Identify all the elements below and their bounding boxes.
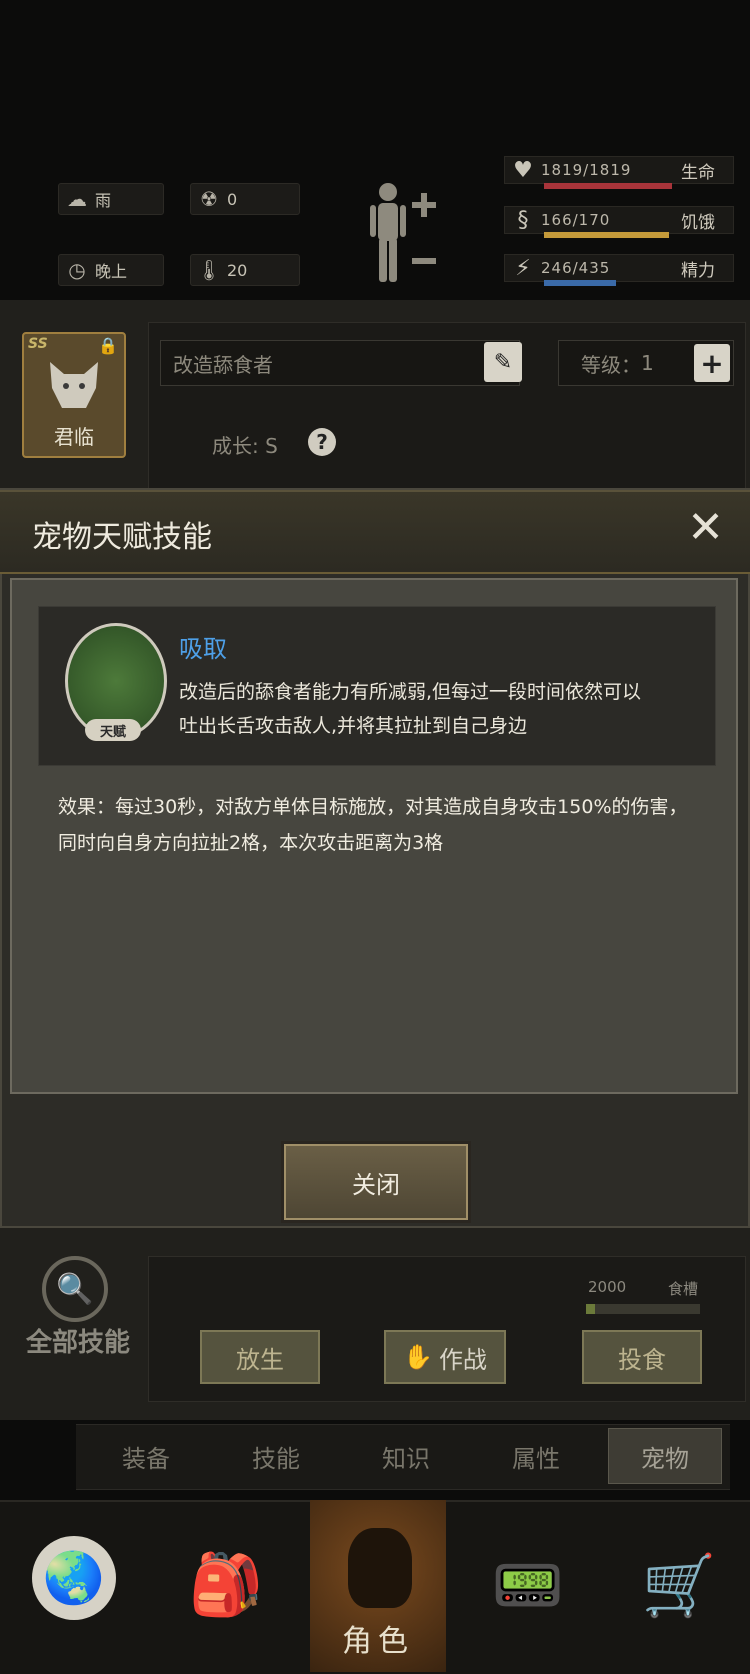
feed-label: 投食 [618, 1345, 666, 1374]
health-stat: ♥ 1819/1819 生命 [504, 156, 734, 184]
skill-card: 天赋 吸取 改造后的舔食者能力有所减弱,但每过一段时间依然可以 吐出长舌攻击敌人… [38, 606, 716, 766]
energy-stat: ⚡ 246/435 精力 [504, 254, 734, 282]
head-silhouette-icon [348, 1528, 412, 1608]
level-colon: ： [621, 352, 641, 377]
wolf-portrait-icon [50, 362, 98, 408]
effect-line1: 效果：每过30秒，对敌方单体目标施放，对其造成自身攻击150%的伤害， [58, 796, 688, 818]
growth-row: 成长: S [212, 434, 278, 458]
growth-value: S [265, 434, 278, 458]
time-indicator: ◷ 晚上 [58, 254, 164, 286]
close-button[interactable]: 关闭 [284, 1144, 468, 1220]
body-status-figure[interactable] [362, 178, 442, 288]
effect-line2: 同时向自身方向拉扯2格，本次攻击距离为3格 [58, 832, 444, 854]
tab-attributes[interactable]: 属性 [476, 1428, 596, 1484]
thermometer-icon: 🌡 [196, 258, 222, 282]
talent-badge: 天赋 [85, 719, 141, 741]
edit-pencil-icon[interactable]: ✎ [484, 342, 522, 382]
health-bar [544, 183, 672, 189]
energy-head-icon: ⚡ [515, 255, 531, 281]
modal-title: 宠物天赋技能 [32, 520, 212, 555]
hunger-stat: § 166/170 饥饿 [504, 206, 734, 234]
temperature-indicator: 🌡 20 [190, 254, 300, 286]
energy-value: 246/435 [541, 259, 611, 277]
tab-pet[interactable]: 宠物 [608, 1428, 722, 1484]
pet-name-text: 改造舔食者 [173, 352, 273, 377]
rain-cloud-icon: ☁ [67, 187, 87, 211]
time-value: 晚上 [95, 262, 128, 281]
pet-name-field: 改造舔食者 [160, 340, 520, 386]
radiation-value: 0 [227, 189, 238, 209]
close-button-label: 关闭 [352, 1170, 400, 1199]
body-silhouette-icon [370, 183, 436, 282]
skill-desc-line1: 改造后的舔食者能力有所减弱,但每过一段时间依然可以 [179, 681, 642, 703]
food-trough-bar [586, 1304, 700, 1314]
skill-desc-line2: 吐出长舌攻击敌人,并将其拉扯到自己身边 [179, 715, 528, 737]
help-question-icon[interactable]: ? [308, 428, 336, 456]
pet-name-caption: 君临 [54, 425, 94, 449]
energy-label: 精力 [681, 260, 715, 281]
pet-portrait-card[interactable]: SS 🔒 君临 [22, 332, 126, 458]
stomach-icon: § [517, 207, 529, 233]
health-label: 生命 [681, 162, 715, 183]
tab-skills[interactable]: 技能 [216, 1428, 336, 1484]
weather-indicator: ☁ 雨 [58, 183, 164, 215]
feed-button[interactable]: 投食 [582, 1330, 702, 1384]
food-trough-fill [586, 1304, 596, 1314]
health-value: 1819/1819 [541, 161, 632, 179]
temperature-value: 20 [227, 260, 248, 280]
shopping-cart-icon[interactable]: 🛒 [634, 1540, 724, 1630]
all-skills-button[interactable]: 全部技能 [26, 1322, 130, 1359]
hunger-label: 饥饿 [681, 212, 715, 233]
skill-name: 吸取 [179, 635, 227, 663]
heart-icon: ♥ [513, 157, 533, 183]
weather-value: 雨 [95, 191, 112, 210]
level-up-plus-button[interactable]: + [694, 344, 730, 382]
radio-phone-icon[interactable]: 📟 [492, 1530, 564, 1640]
growth-label: 成长 [212, 434, 252, 458]
globe-map-icon[interactable]: 🌏 [32, 1536, 116, 1620]
release-label: 放生 [236, 1345, 284, 1374]
skills-magnifier-icon[interactable]: 🔍 [42, 1256, 108, 1322]
radiation-indicator: ☢ 0 [190, 183, 300, 215]
close-x-icon[interactable]: ✕ [687, 502, 724, 553]
clock-icon: ◷ [68, 258, 86, 282]
nav-character-label: 角色 [342, 1624, 414, 1659]
hunger-bar [544, 232, 669, 238]
modal-header: 宠物天赋技能 ✕ [0, 490, 750, 574]
hunger-value: 166/170 [541, 211, 611, 229]
level-value: 1 [641, 351, 654, 375]
tab-equipment[interactable]: 装备 [86, 1428, 206, 1484]
backpack-icon[interactable]: 🎒 [184, 1534, 268, 1634]
food-value: 2000 [588, 1278, 627, 1296]
nav-character[interactable]: 角色 [310, 1500, 446, 1672]
tab-knowledge[interactable]: 知识 [346, 1428, 466, 1484]
battle-button[interactable]: ✋ 作战 [384, 1330, 506, 1384]
food-trough-label: 食槽 [668, 1280, 699, 1298]
battle-label: 作战 [438, 1345, 487, 1374]
energy-bar [544, 280, 616, 286]
level-label: 等级 [581, 352, 621, 377]
radiation-icon: ☢ [200, 187, 218, 211]
claw-icon: ✋ [403, 1343, 433, 1371]
grade-badge: SS [28, 336, 48, 352]
release-button[interactable]: 放生 [200, 1330, 320, 1384]
